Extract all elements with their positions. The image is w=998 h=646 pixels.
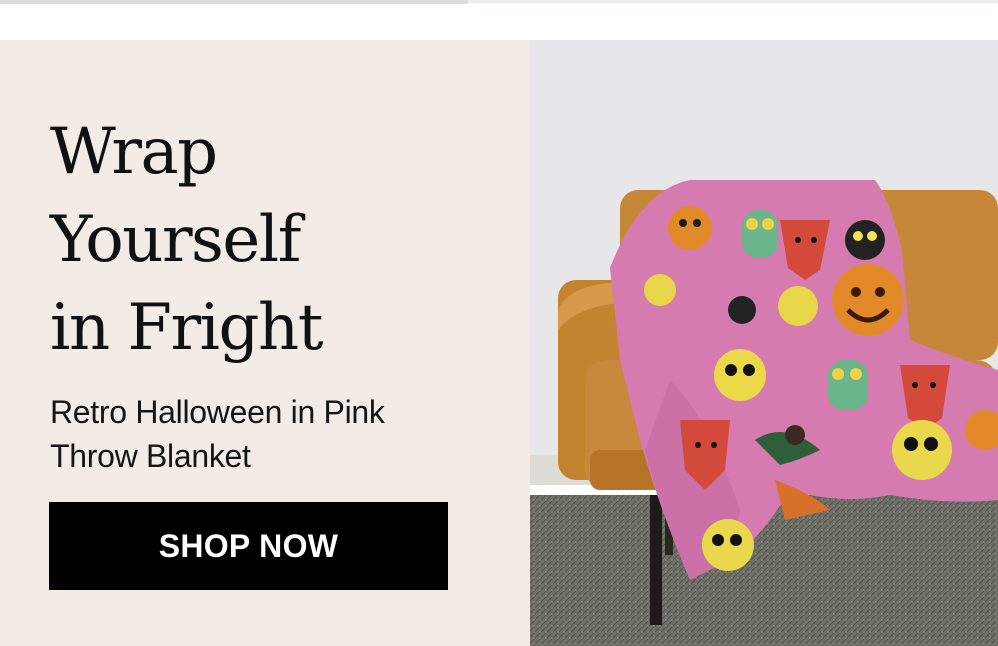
shop-now-button[interactable]: SHOP NOW [49,502,448,590]
subtitle-line-1: Retro Halloween in Pink [50,394,385,430]
top-bar-segment [468,0,998,3]
promo-panel: Wrap Yourself in Fright Retro Halloween … [0,40,530,646]
halloween-blanket-on-sofa-photo [530,40,998,646]
promo-headline: Wrap Yourself in Fright [50,115,323,365]
top-bar [0,0,998,4]
promo-subtitle: Retro Halloween in Pink Throw Blanket [50,390,385,478]
top-bar-segment [0,0,468,4]
subtitle-line-2: Throw Blanket [50,438,251,474]
product-photo[interactable] [530,40,998,646]
